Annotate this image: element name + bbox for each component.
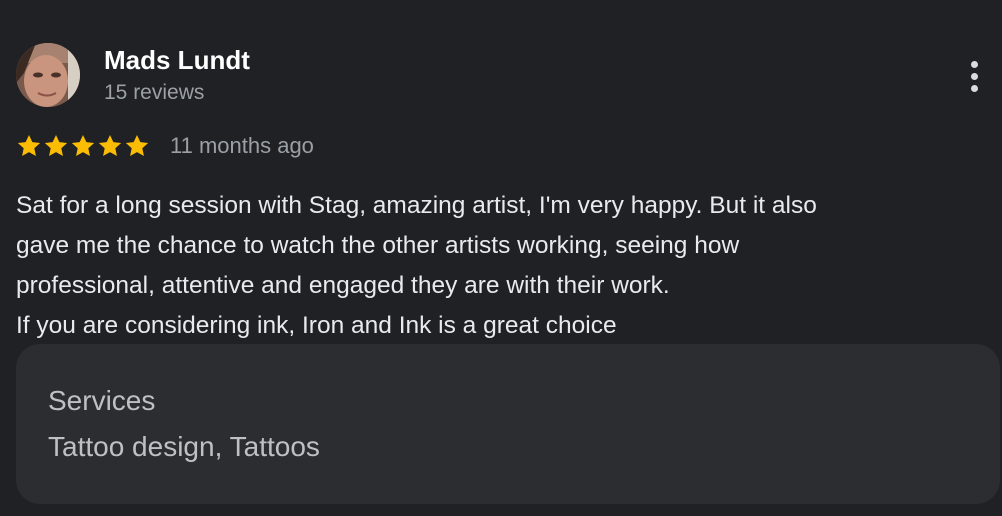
star-icon	[44, 134, 68, 156]
services-panel: Services Tattoo design, Tattoos	[16, 344, 1000, 504]
review-text-line: professional, attentive and engaged they…	[16, 272, 670, 299]
reviewer-avatar[interactable]	[16, 43, 80, 107]
review-card: Mads Lundt 15 reviews 11 months ago Sat …	[0, 0, 1002, 516]
review-date: 11 months ago	[170, 133, 314, 158]
reviewer-review-count[interactable]: 15 reviews	[104, 79, 204, 107]
more-vert-icon-dot	[970, 84, 978, 92]
reviewer-name[interactable]: Mads Lundt	[104, 44, 250, 76]
review-text-line: gave me the chance to watch the other ar…	[16, 232, 740, 259]
services-value: Tattoo design, Tattoos	[48, 431, 320, 462]
review-text-line: If you are considering ink, Iron and Ink…	[16, 312, 617, 339]
more-options-button[interactable]	[958, 56, 990, 96]
more-vert-icon-dot	[970, 72, 978, 80]
star-icon	[125, 134, 149, 156]
star-icon	[17, 134, 41, 156]
star-icon	[71, 134, 95, 156]
services-title: Services	[48, 385, 156, 416]
star-rating	[16, 133, 150, 159]
review-text-line: Sat for a long session with Stag, amazin…	[16, 192, 817, 219]
star-icon	[98, 134, 122, 156]
user-photo-avatar-icon	[16, 43, 80, 107]
review-text: Sat for a long session with Stag, amazin…	[16, 186, 986, 346]
more-vert-icon	[970, 60, 978, 68]
